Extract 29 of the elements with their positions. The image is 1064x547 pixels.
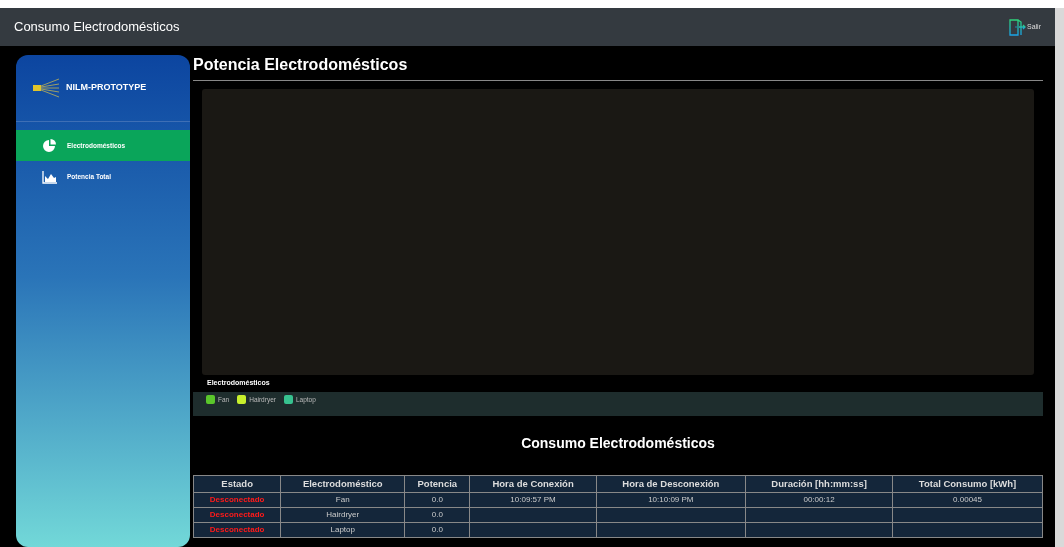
- table-cell: 0.0: [431, 494, 443, 504]
- scrollbar[interactable]: [1055, 8, 1064, 547]
- column-header: Total Consumo [kWh]: [892, 475, 1043, 493]
- door-exit-icon: [1008, 18, 1026, 36]
- table-cell: 0.00045: [953, 494, 982, 504]
- table-cell: Hairdryer: [326, 509, 360, 519]
- brand-name: NILM-PROTOTYPE: [66, 81, 147, 95]
- table-cell: 10:09:57 PM: [510, 494, 556, 504]
- column-header: Duración [hh:mm:ss]: [745, 475, 893, 493]
- table-cell: 10:10:09 PM: [648, 494, 694, 504]
- table-cell: 0.0: [431, 524, 443, 534]
- page-title: Potencia Electrodomésticos: [193, 55, 1043, 82]
- app-title: Consumo Electrodomésticos: [14, 18, 180, 37]
- column-header: Hora de Desconexión: [596, 475, 746, 493]
- table-title: Consumo Electrodomésticos: [520, 433, 716, 453]
- column-header: Estado: [193, 475, 281, 493]
- column-header: Hora de Conexión: [469, 475, 597, 493]
- pie-chart-icon: [42, 138, 57, 153]
- area-chart-icon: [42, 169, 57, 184]
- status-text: Desconectado: [209, 524, 265, 534]
- table-cell: 0.0: [431, 509, 443, 519]
- status-text: Desconectado: [209, 509, 265, 519]
- logo-icon: [32, 77, 60, 99]
- column-header: Potencia: [404, 475, 470, 493]
- table-cell: Laptop: [330, 524, 355, 534]
- status-text: Desconectado: [209, 494, 265, 504]
- table-cell: Fan: [335, 494, 350, 504]
- column-header: Electrodoméstico: [280, 475, 405, 493]
- table-cell: 00:00:12: [803, 494, 835, 504]
